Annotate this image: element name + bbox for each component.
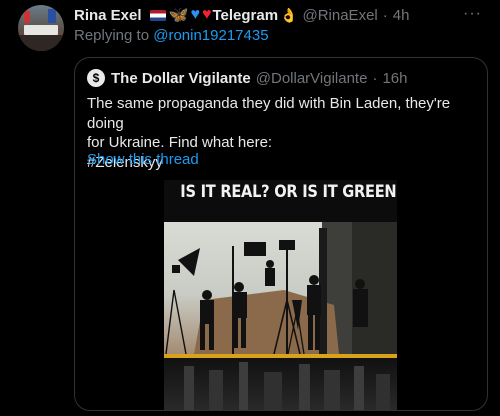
media-accent-stripe [164,354,397,358]
replying-to-handle[interactable]: @ronin19217435 [153,27,268,44]
quoted-text-line: The same propaganda they did with Bin La… [87,95,451,132]
tweet[interactable]: Rina Exel 🦋 ♥ ♥ Telegram 👌 @RinaExel · 4… [0,0,500,416]
separator-dot: · [372,69,378,87]
quoted-header: $ The Dollar Vigilante @DollarVigilante … [87,69,407,87]
tweet-timestamp[interactable]: 4h [393,7,410,24]
blue-heart-icon: ♥ [190,6,200,23]
author-handle[interactable]: @RinaExel [302,7,377,24]
netherlands-flag-icon [149,9,166,21]
replying-prefix: Replying to [74,27,150,44]
quoted-avatar[interactable]: $ [87,69,105,87]
green-screen-photo [164,180,397,410]
avatar-photo-detail [48,9,56,23]
quoted-tweet[interactable]: $ The Dollar Vigilante @DollarVigilante … [74,57,488,411]
show-thread-link[interactable]: Show this thread [87,151,199,168]
avatar-photo-detail [18,35,64,51]
separator-dot: · [382,6,388,24]
quoted-timestamp[interactable]: 16h [382,70,407,87]
telegram-text: Telegram [212,6,279,24]
avatar-photo-detail [24,25,58,35]
replying-to: Replying to @ronin19217435 [74,27,269,44]
media-caption-text: IS IT REAL? OR IS IT GREEN SCREEN? [180,182,397,202]
more-options-icon[interactable]: ··· [463,5,482,23]
author-name[interactable]: Rina Exel [74,7,142,24]
avatar-photo-detail [24,11,30,23]
red-heart-icon: ♥ [201,6,212,23]
butterfly-icon: 🦋 [168,7,189,24]
tweet-header: Rina Exel 🦋 ♥ ♥ Telegram 👌 @RinaExel · 4… [74,4,409,26]
quoted-media-image[interactable]: IS IT REAL? OR IS IT GREEN SCREEN? [164,180,397,410]
author-avatar[interactable] [18,5,64,51]
quoted-text-line: for Ukraine. Find what here: [87,134,273,151]
ok-hand-icon: 👌 [280,6,298,23]
quoted-author-name[interactable]: The Dollar Vigilante [111,70,251,87]
name-emojis: 🦋 ♥ ♥ Telegram 👌 [145,5,298,25]
quoted-author-handle[interactable]: @DollarVigilante [256,70,368,87]
